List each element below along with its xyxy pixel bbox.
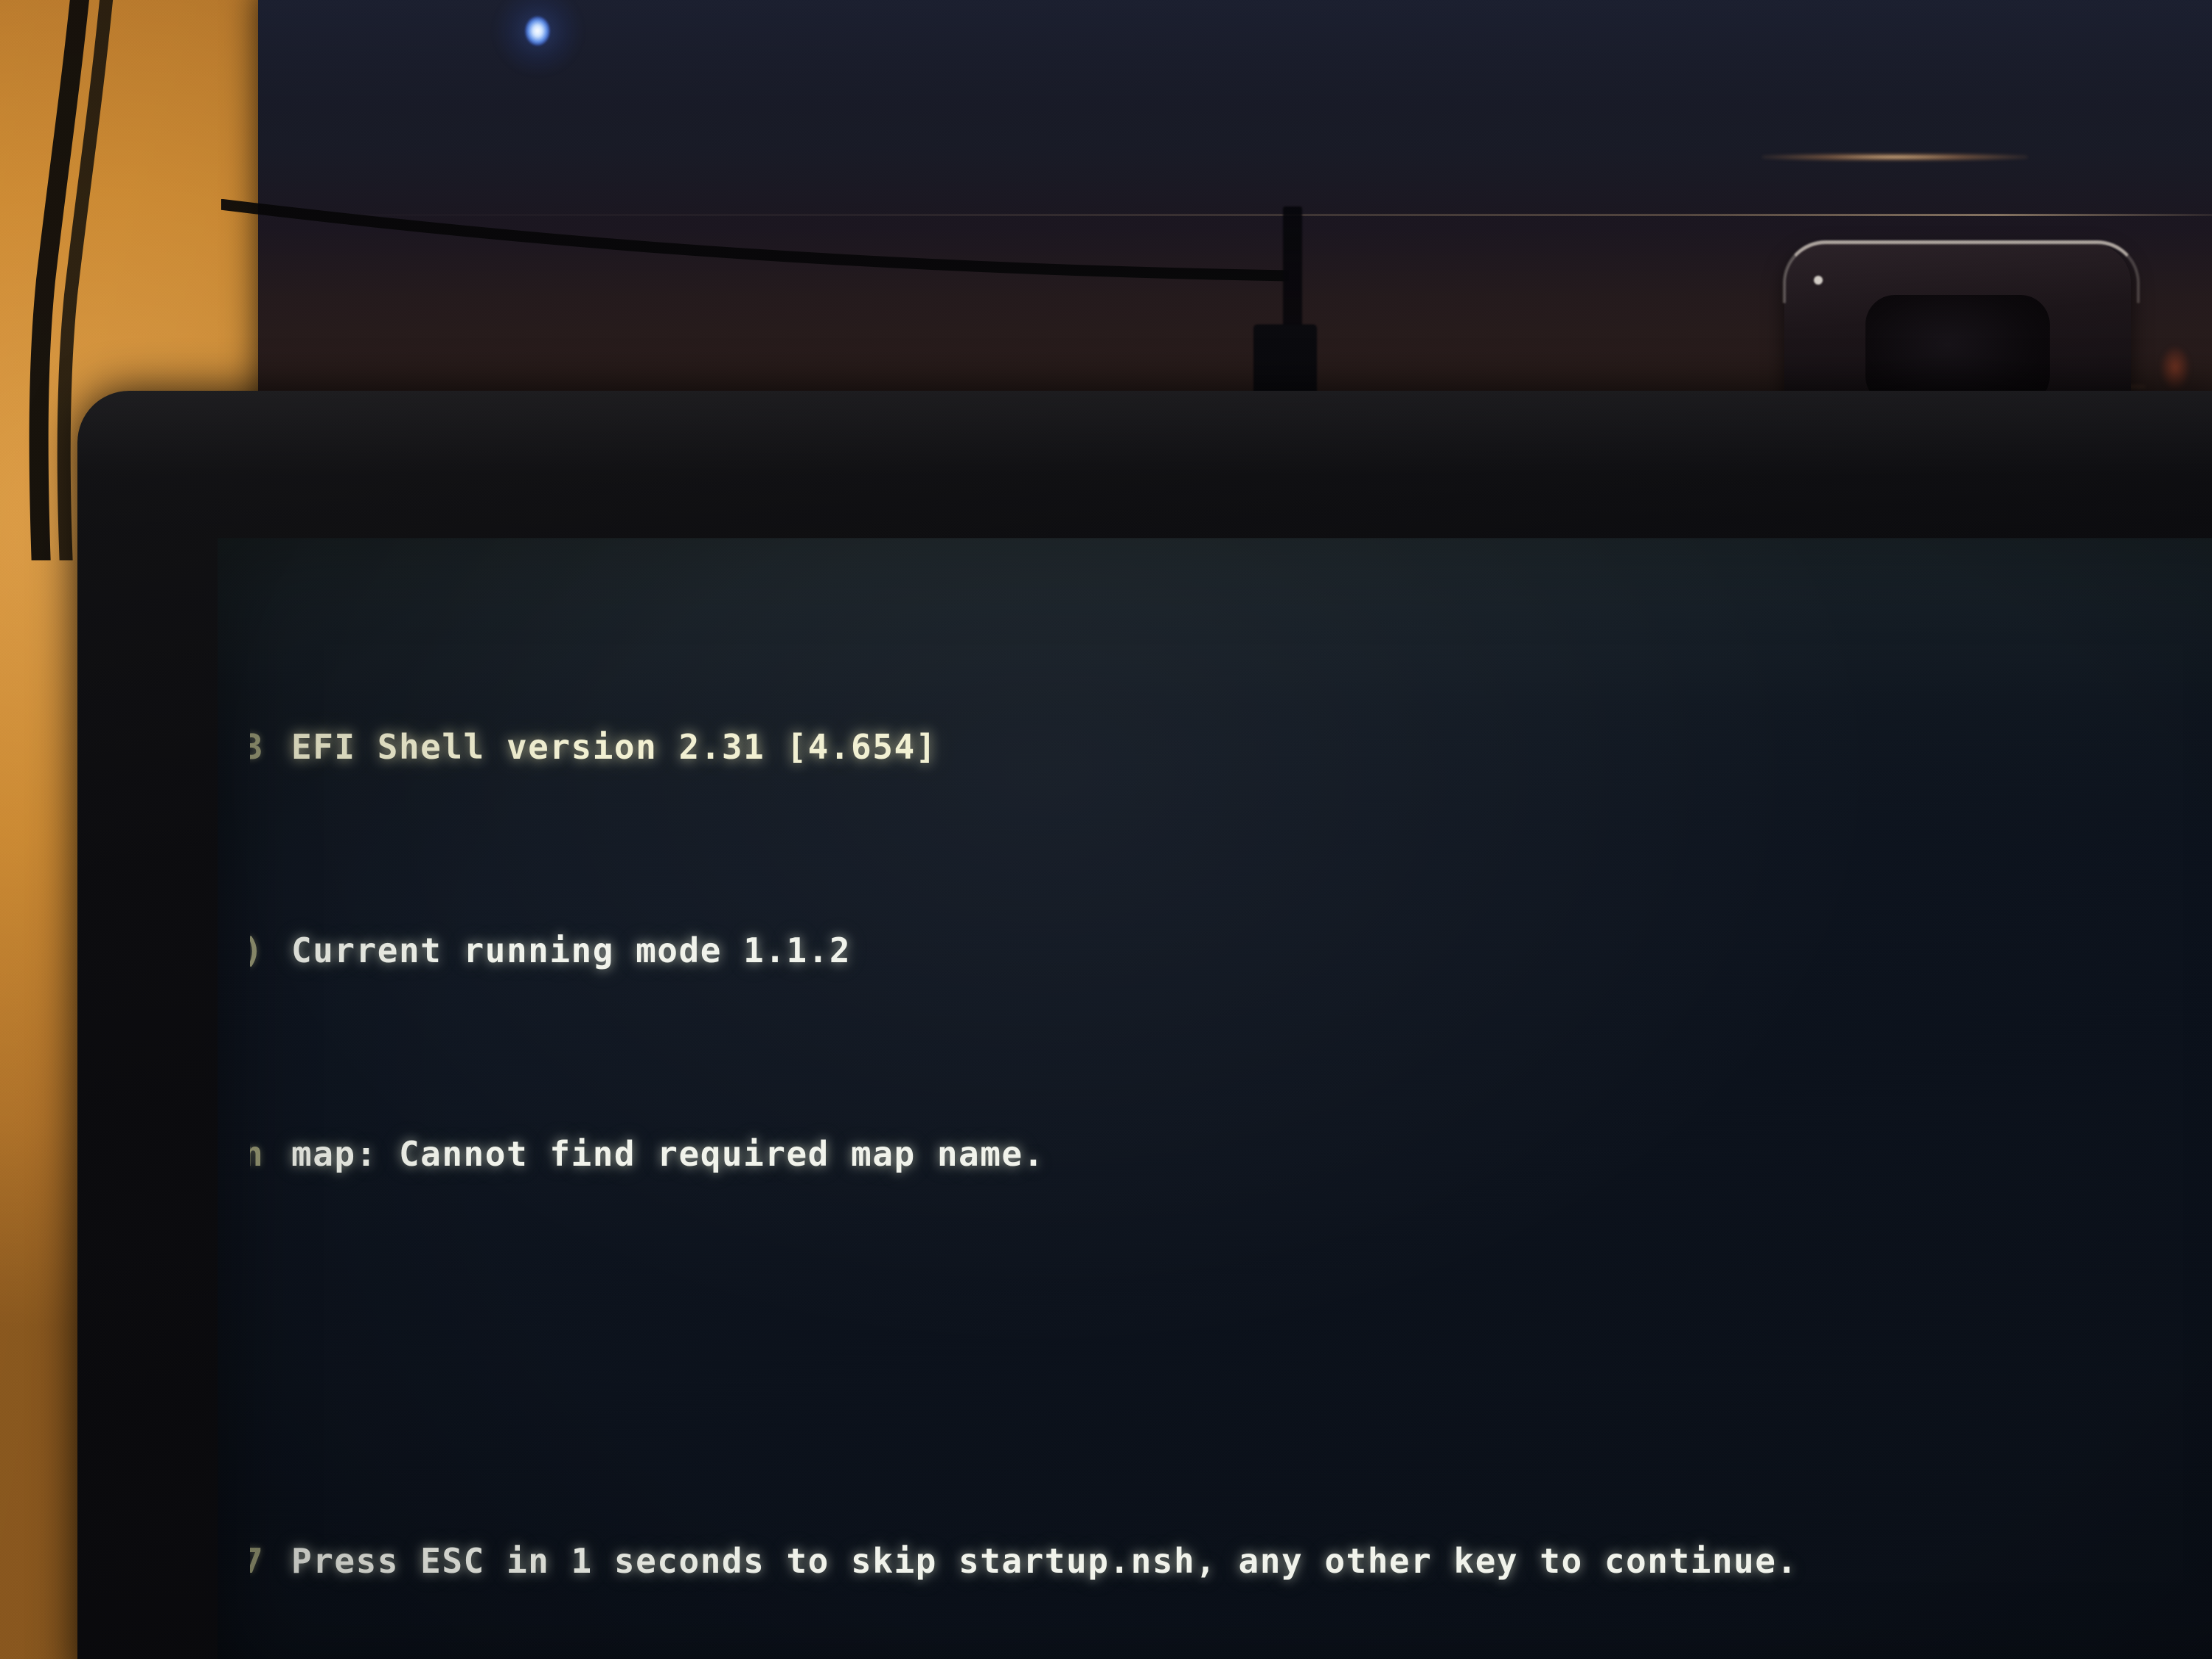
- laptop-body: 3 EFI Shell version 2.31 [4.654] ) Curre…: [77, 391, 2212, 1659]
- screen-vignette: [218, 538, 2212, 1659]
- laptop-screen: 3 EFI Shell version 2.31 [4.654] ) Curre…: [218, 538, 2212, 1659]
- webcam-lens: [1865, 295, 2050, 406]
- webcam-rim-highlight: [1783, 240, 2140, 303]
- power-led-indicator: [525, 16, 550, 46]
- laptop-bezel-sheen: [77, 391, 2212, 531]
- webcam-red-glow: [2160, 347, 2190, 389]
- webcam-indicator-dot: [1814, 276, 1823, 285]
- monitor-bezel-edge: [258, 214, 2212, 216]
- monitor-specular-highlight: [1762, 153, 2028, 161]
- photo-scene: 3 EFI Shell version 2.31 [4.654] ) Curre…: [0, 0, 2212, 1659]
